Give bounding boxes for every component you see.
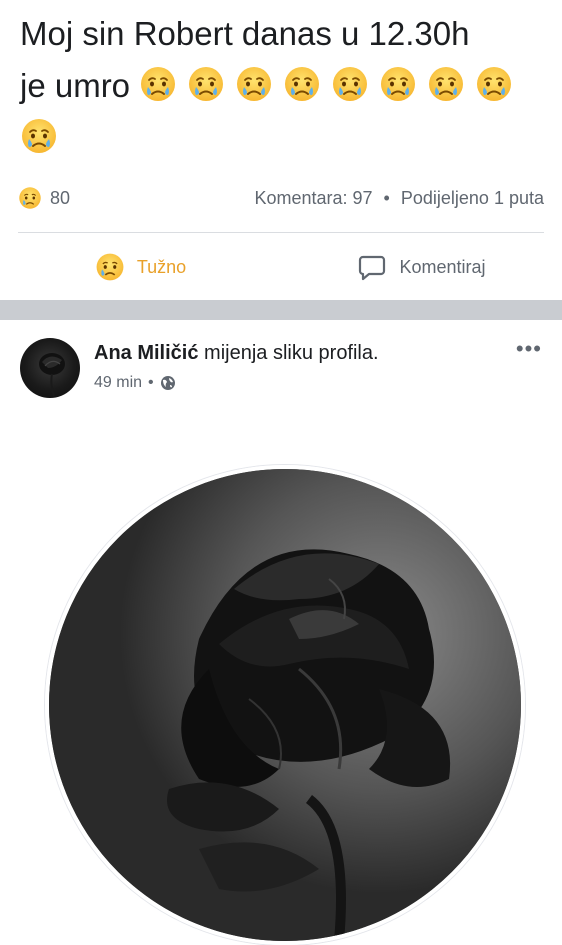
globe-icon [160, 376, 175, 390]
comment-button[interactable]: Komentiraj [281, 252, 562, 282]
crying-face-icon [476, 66, 513, 102]
crying-face-icon [332, 66, 369, 102]
avatar[interactable] [20, 338, 80, 398]
author-name[interactable]: Ana Miličić [94, 342, 198, 364]
engagement-counts: Komentara: 97 • Podijeljeno 1 puta [254, 188, 544, 209]
sad-reaction-label: Tužno [136, 256, 187, 277]
reaction-summary[interactable]: 80 [18, 186, 70, 210]
meta-bullet: • [148, 374, 154, 391]
reaction-count: 80 [50, 187, 71, 208]
post-header: Ana Miličić mijenja sliku profila. [94, 342, 379, 365]
comment-icon [359, 255, 386, 281]
post-text: Moj sin Robert danas u 12.30h je umro [20, 8, 550, 164]
crying-face-icon [428, 66, 465, 102]
comment-count[interactable]: Komentara: 97 [254, 188, 372, 208]
black-rose-photo [49, 469, 521, 941]
post-stats: 80 Komentara: 97 • Podijeljeno 1 puta [18, 184, 544, 212]
crying-face-icon [188, 66, 225, 102]
sad-face-icon [19, 187, 41, 209]
post-time[interactable]: 49 min [94, 374, 142, 392]
post-text-line1: Moj sin Robert danas u 12.30h [20, 15, 470, 52]
profile-photo[interactable] [45, 465, 525, 945]
divider [18, 232, 544, 233]
black-rose-avatar [39, 353, 65, 397]
sad-face-icon [96, 253, 124, 281]
more-options-icon[interactable]: ••• [516, 338, 542, 360]
crying-face-icon [236, 66, 273, 102]
sad-reaction-button[interactable]: Tužno [0, 252, 281, 282]
crying-face-icon [380, 66, 417, 102]
post-text-line2: je umro [20, 67, 131, 104]
action-bar: Tužno Komentiraj [0, 244, 562, 290]
comment-label: Komentiraj [399, 256, 486, 277]
feed-separator [0, 300, 562, 320]
crying-face-icon [284, 66, 321, 102]
post-action-text: mijenja sliku profila. [204, 342, 379, 364]
stats-bullet: • [383, 187, 390, 208]
crying-face-icon [140, 66, 177, 102]
profile-update-post: Ana Miličić mijenja sliku profila. ••• 4… [0, 320, 562, 945]
post-meta: 49 min • [94, 374, 176, 392]
crying-face-icon [21, 118, 57, 154]
share-count[interactable]: Podijeljeno 1 puta [401, 188, 544, 208]
